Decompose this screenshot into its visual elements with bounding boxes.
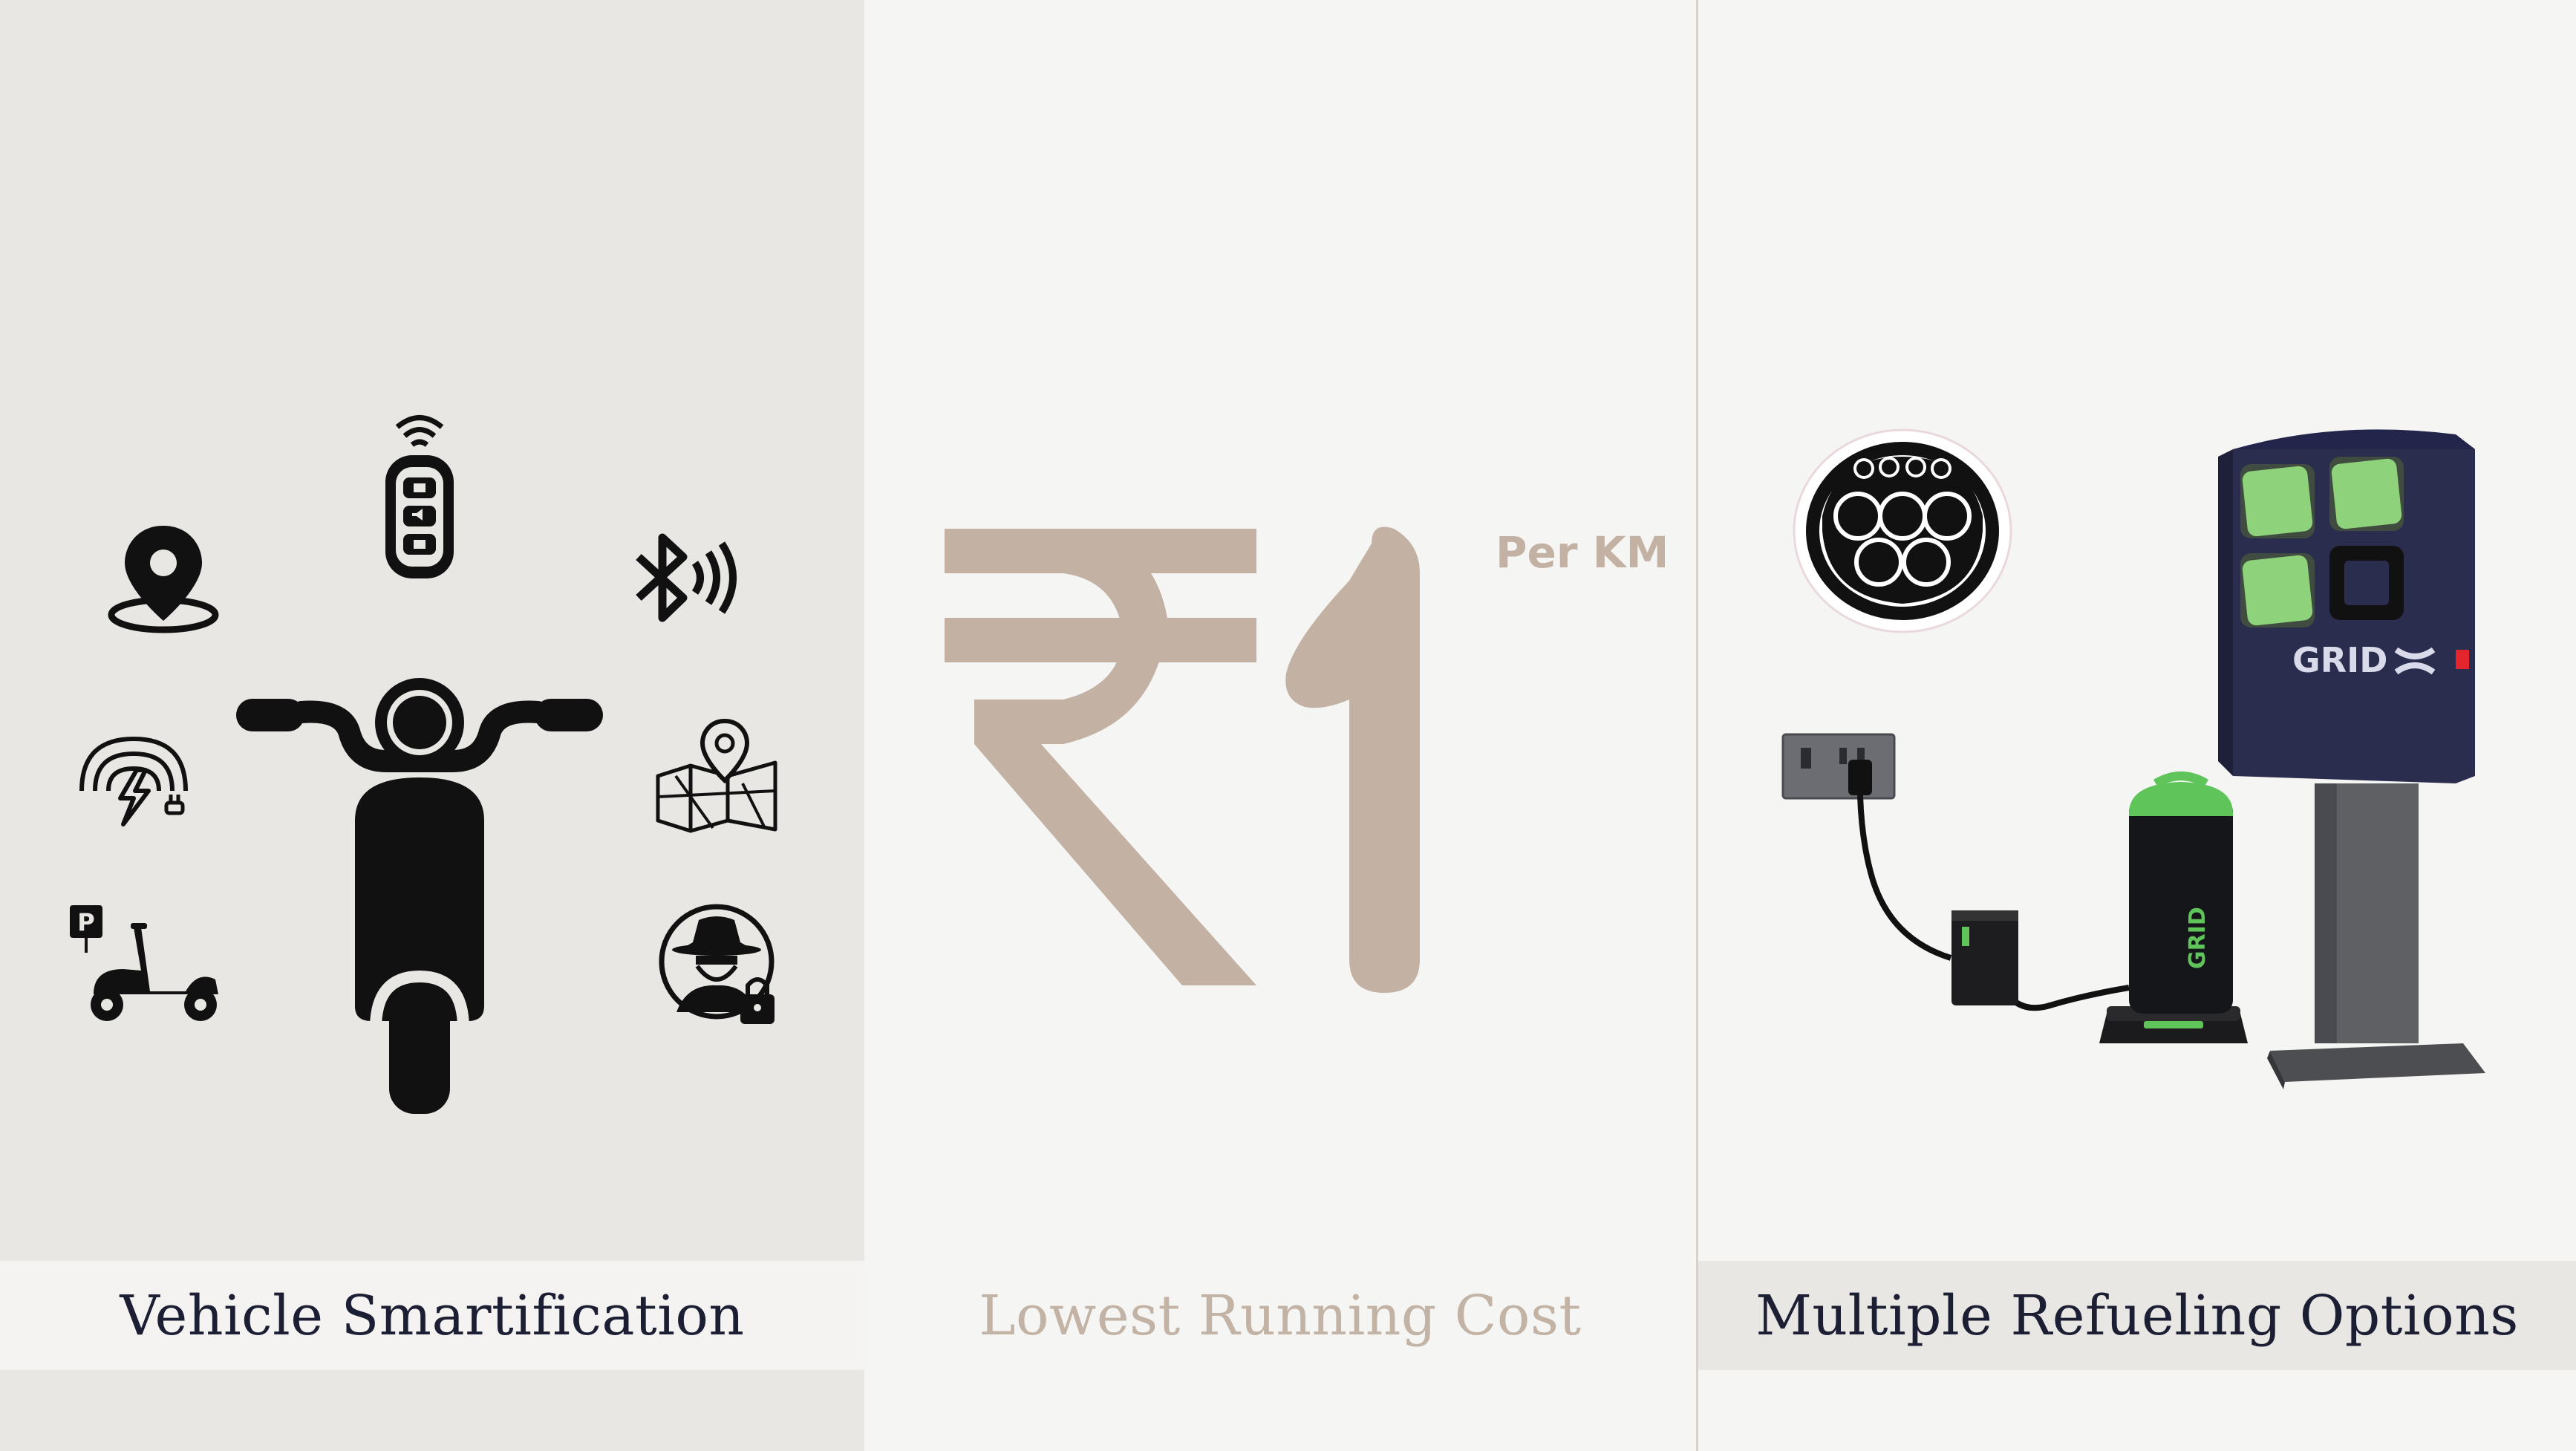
per-km-label: Per KM: [1496, 527, 1669, 578]
svg-text:P: P: [77, 908, 94, 936]
key-fob-icon: [385, 415, 454, 578]
panel-vehicle-smartification: P Vehicle Smartification: [0, 0, 864, 1451]
wireless-charging-icon: [79, 736, 188, 826]
svg-text:GRID: GRID: [2185, 907, 2211, 969]
rupee-one-price: ₹1: [945, 526, 1420, 993]
svg-text:GRID: GRID: [2292, 640, 2387, 680]
map-icon: [656, 718, 777, 833]
parking-scooter-icon: P: [70, 905, 218, 1021]
scooter-front-icon: [236, 678, 603, 1114]
charging-connector-icon: [1793, 428, 2012, 633]
panel-refueling-options: GRID GRID Multiple Refueling Options: [1696, 0, 2576, 1451]
panel-running-cost: ₹1 Per KM Lowest Running Cost: [864, 0, 1696, 1451]
charging-station-icon: GRID: [2218, 429, 2485, 1089]
location-pin-icon: [108, 526, 219, 633]
anti-theft-icon: [659, 904, 775, 1024]
caption-multiple-refueling-options: Multiple Refueling Options: [1755, 1283, 2519, 1348]
portable-adapter-icon: [1951, 910, 2018, 1005]
caption-vehicle-smartification: Vehicle Smartification: [120, 1283, 745, 1348]
bluetooth-icon: [636, 533, 737, 622]
caption-band: Multiple Refueling Options: [1698, 1261, 2576, 1370]
caption-band: Lowest Running Cost: [864, 1261, 1696, 1370]
caption-band: Vehicle Smartification: [0, 1261, 864, 1370]
caption-lowest-running-cost: Lowest Running Cost: [979, 1283, 1582, 1348]
